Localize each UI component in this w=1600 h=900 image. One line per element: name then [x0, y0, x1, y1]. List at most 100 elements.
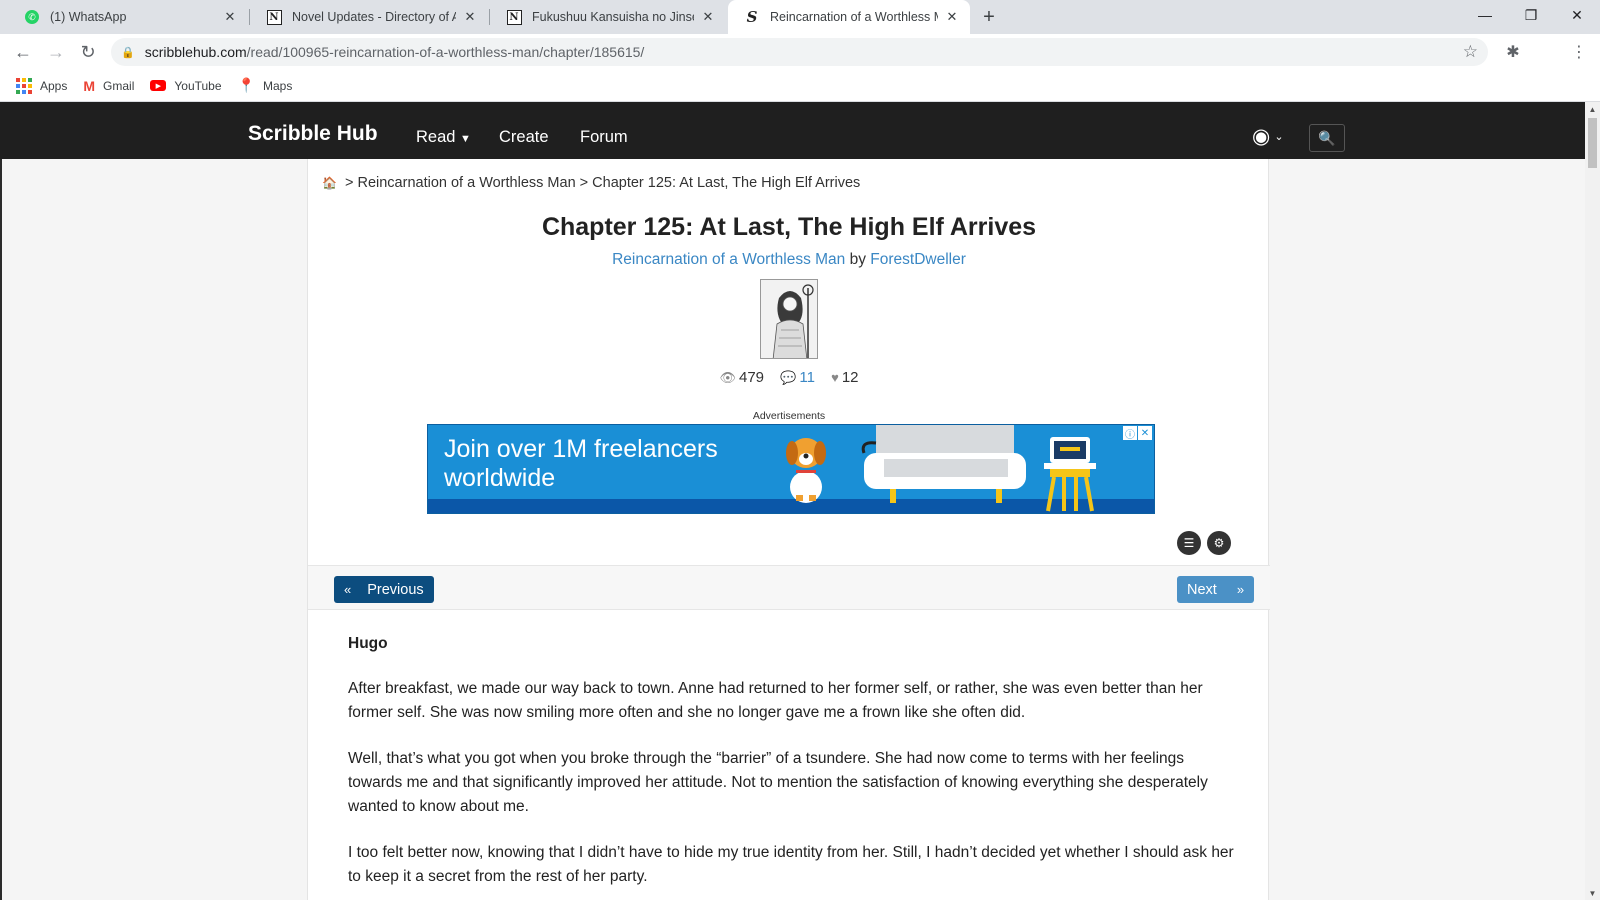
adchoices-icon[interactable]: ⓘ [1123, 426, 1137, 441]
ad-choices[interactable]: ⓘ ✕ [1122, 426, 1152, 441]
tab-title: Fukushuu Kansuisha no Jinsei Ni [532, 10, 694, 24]
bookmark-apps[interactable]: Apps [16, 77, 68, 94]
whatsapp-icon: ✆ [24, 9, 40, 25]
bookmark-gmail[interactable]: M Gmail [83, 78, 134, 94]
eye-icon: 👁 [719, 370, 736, 385]
browser-menu-icon[interactable]: ⋮ [1568, 41, 1590, 63]
breadcrumb-separator: > [579, 175, 589, 191]
chapter-stats: 👁 479 💬 11 ♥ 12 [308, 369, 1270, 386]
author-link[interactable]: ForestDweller [870, 251, 966, 268]
scribblehub-icon: S [746, 8, 758, 26]
apps-grid-icon [16, 77, 32, 94]
next-chapter-button[interactable]: Next » [1177, 576, 1255, 603]
close-tab-icon[interactable]: ✕ [222, 9, 238, 25]
maps-icon: 📍 [237, 77, 255, 93]
forward-arrow-icon[interactable]: → [44, 40, 68, 64]
search-icon: 🔍 [1318, 129, 1336, 146]
tab-whatsapp[interactable]: ✆ (1) WhatsApp ✕ [8, 0, 248, 34]
bookmark-label: Apps [40, 78, 68, 93]
bookmark-label: Maps [262, 78, 293, 93]
page-viewport: Scribble Hub Read ▼ Create Forum ◉ ⌄ 🔍 🏠… [0, 102, 1585, 900]
tab-novel-updates[interactable]: N Novel Updates - Directory of Asia ✕ [250, 0, 488, 34]
user-circle-icon: ◉ [1252, 125, 1271, 148]
close-tab-icon[interactable]: ✕ [944, 9, 960, 25]
nav-read-label: Read [416, 128, 456, 146]
by-text: by [849, 251, 866, 268]
double-chevron-right-icon: » [1236, 582, 1245, 597]
home-icon[interactable]: 🏠 [322, 176, 337, 190]
nav-read[interactable]: Read ▼ [416, 128, 471, 147]
tab-title: (1) WhatsApp [50, 10, 127, 24]
chapter-list-button[interactable]: ☰ [1177, 531, 1201, 555]
chapter-title: Chapter 125: At Last, The High Elf Arriv… [541, 213, 1037, 241]
bookmark-star-icon[interactable]: ☆ [1463, 42, 1478, 62]
chapter-paragraph: Well, that’s what you got when you broke… [348, 750, 1208, 815]
list-icon: ☰ [1183, 536, 1195, 550]
tab-title: Reincarnation of a Worthless Ma [770, 10, 938, 24]
ad-banner[interactable]: Join over 1M freelancers worldwide ⓘ ✕ [427, 424, 1155, 514]
chapter-byline: Reincarnation of a Worthless Man by Fore… [308, 251, 1270, 269]
chapter-pager: « Previous Next » [308, 565, 1270, 610]
site-navbar: Scribble Hub Read ▼ Create Forum ◉ ⌄ 🔍 [0, 102, 1585, 159]
lock-icon: 🔒 [121, 46, 135, 59]
close-tab-icon[interactable]: ✕ [462, 9, 478, 25]
likes-stat[interactable]: ♥ 12 [831, 369, 858, 386]
chapter-paragraph: I too felt better now, knowing that I di… [348, 844, 1234, 885]
breadcrumb-chapter: Chapter 125: At Last, The High Elf Arriv… [592, 175, 861, 191]
tab-fukushuu[interactable]: N Fukushuu Kansuisha no Jinsei Ni ✕ [490, 0, 726, 34]
next-label: Next [1187, 581, 1217, 598]
ad-close-icon[interactable]: ✕ [1138, 426, 1152, 440]
reload-icon[interactable]: ↻ [76, 40, 100, 64]
previous-chapter-button[interactable]: « Previous [334, 576, 434, 603]
series-link[interactable]: Reincarnation of a Worthless Man [612, 251, 845, 268]
back-arrow-icon[interactable]: ← [11, 40, 35, 64]
youtube-icon: ▶ [150, 80, 167, 91]
breadcrumb-series-link[interactable]: Reincarnation of a Worthless Man [357, 175, 575, 191]
bookmark-label: YouTube [174, 78, 222, 93]
views-stat: 👁 479 [719, 369, 764, 386]
restore-button[interactable]: ❐ [1508, 0, 1554, 30]
novelupdates-icon: N [266, 9, 282, 25]
site-search-button[interactable]: 🔍 [1309, 124, 1345, 152]
nav-forum[interactable]: Forum [580, 128, 628, 147]
minimize-button[interactable]: — [1462, 0, 1508, 30]
chevron-down-icon: ⌄ [1274, 131, 1284, 143]
nav-create[interactable]: Create [499, 128, 549, 147]
comments-count: 11 [799, 369, 815, 386]
chapter-container: 🏠 > Reincarnation of a Worthless Man > C… [307, 159, 1270, 900]
extensions-puzzle-icon[interactable]: ✱ [1502, 41, 1524, 63]
views-count: 479 [738, 369, 765, 386]
heart-icon: ♥ [831, 370, 839, 385]
bookmark-maps[interactable]: 📍 Maps [238, 77, 293, 94]
bookmark-youtube[interactable]: ▶ YouTube [150, 78, 222, 93]
page-scrollbar[interactable]: ▲ ▼ [1585, 102, 1600, 900]
scroll-up-arrow-icon[interactable]: ▲ [1585, 102, 1600, 116]
user-account-menu[interactable]: ◉ ⌄ [1252, 124, 1284, 149]
gear-icon: ⚙ [1213, 536, 1225, 550]
comments-icon: 💬 [780, 370, 797, 385]
site-logo[interactable]: Scribble Hub [248, 122, 378, 146]
bookmarks-bar: Apps M Gmail ▶ YouTube 📍 Maps [0, 70, 1600, 102]
browser-toolbar: ← → ↻ 🔒 scribblehub.com/read/100965-rein… [0, 34, 1600, 70]
address-bar[interactable]: 🔒 scribblehub.com/read/100965-reincarnat… [111, 38, 1488, 66]
ad-headline-line2: worldwide [444, 464, 556, 492]
gmail-icon: M [83, 77, 96, 94]
caret-down-icon: ▼ [460, 133, 471, 145]
tab-scribblehub-active[interactable]: S Reincarnation of a Worthless Ma ✕ [728, 0, 970, 34]
url-path: /read/100965-reincarnation-of-a-worthles… [246, 44, 645, 60]
comments-stat[interactable]: 💬 11 [780, 369, 815, 386]
breadcrumb-separator: > [344, 175, 354, 191]
new-tab-button[interactable]: + [977, 5, 1001, 29]
close-tab-icon[interactable]: ✕ [700, 9, 716, 25]
series-cover-image[interactable] [760, 279, 818, 359]
chapter-paragraph: After breakfast, we made our way back to… [348, 680, 1203, 721]
likes-count: 12 [841, 369, 859, 386]
page-edge [0, 102, 2, 900]
scrollbar-thumb[interactable] [1588, 118, 1597, 168]
ad-headline: Join over 1M freelancers worldwide [444, 435, 718, 493]
scroll-down-arrow-icon[interactable]: ▼ [1585, 886, 1600, 900]
tab-strip: ✆ (1) WhatsApp ✕ N Novel Updates - Direc… [0, 0, 1600, 34]
reader-settings-button[interactable]: ⚙ [1207, 531, 1231, 555]
close-window-button[interactable]: ✕ [1554, 0, 1600, 30]
double-chevron-left-icon: « [344, 582, 352, 597]
